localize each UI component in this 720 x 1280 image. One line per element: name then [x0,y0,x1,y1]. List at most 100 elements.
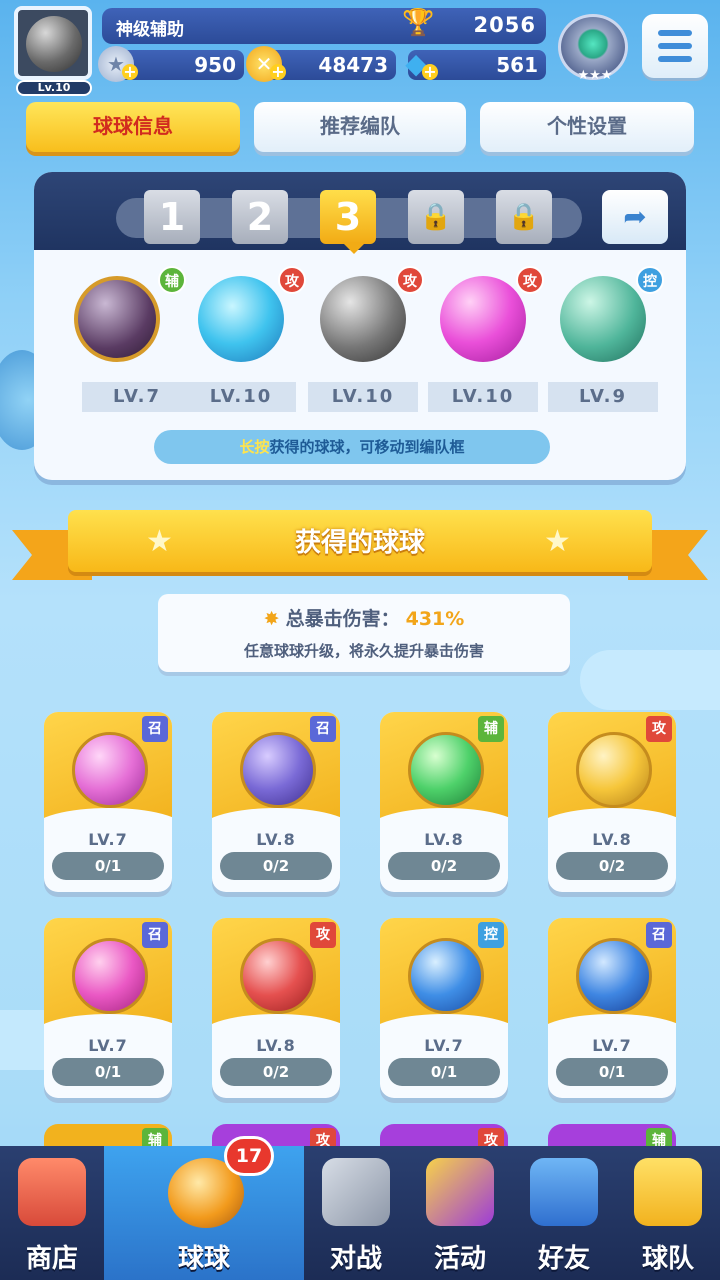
team-ball-tag: 控 [636,266,664,294]
player-info-bar: 神级辅助 🏆 2056 [102,8,546,44]
nav-friends[interactable]: 好友 [512,1146,616,1280]
bottom-nav: 商店 17 球球 对战 活动 好友 球队 [0,1136,720,1280]
ball-card[interactable]: 攻 LV.8 0/2 [548,712,676,892]
ball-level: LV.7 [424,1036,464,1055]
nav-battle[interactable]: 对战 [304,1146,408,1280]
pickaxe-ball-icon [26,16,82,72]
ball-progress: 0/2 [220,852,332,880]
tab-ball-info[interactable]: 球球信息 [26,102,240,152]
hint-highlight: 长按 [239,438,270,456]
ball-card[interactable]: 控 LV.7 0/1 [380,918,508,1098]
team-ball-level: LV.9 [548,382,658,412]
team-ball-chain[interactable] [560,276,646,362]
team-slot-locked-4[interactable]: 🔒 [408,190,464,244]
whistle-icon [634,1158,702,1226]
team-ball-tag: 辅 [158,266,186,294]
ball-tag: 召 [142,922,168,948]
player-level: Lv.10 [16,80,92,96]
menu-button[interactable] [642,14,708,78]
nav-balls[interactable]: 17 球球 [104,1136,304,1280]
add-gold-button[interactable]: + [270,64,286,80]
team-ball-shield[interactable] [440,276,526,362]
crit-icon: ✸ [263,608,280,630]
crit-label: 总暴击伤害： [285,608,400,630]
team-ball-vortex[interactable] [198,276,284,362]
ball-tag: 控 [478,922,504,948]
add-energy-button[interactable]: + [122,64,138,80]
ice-wall-ball-icon [576,938,652,1014]
add-gems-button[interactable]: + [422,64,438,80]
nav-label: 好友 [537,1244,590,1274]
share-button[interactable]: ➦ [602,190,668,244]
ball-level: LV.8 [256,1036,296,1055]
fist-ball-icon [240,938,316,1014]
ball-card[interactable]: 召 LV.7 0/1 [44,712,172,892]
ball-level: LV.7 [88,1036,128,1055]
team-ball-skull[interactable] [74,276,160,362]
ball-card[interactable]: 攻 LV.8 0/2 [212,918,340,1098]
star-icon: ★ [544,524,571,559]
ball-card[interactable]: 召 LV.8 0/2 [212,712,340,892]
ball-card[interactable]: 辅 LV.8 0/2 [380,712,508,892]
drag-hint: 长按获得的球球，可移动到编队框 [154,430,550,464]
team-slot-3[interactable]: 3 [320,190,376,244]
ribbon-banner: ★ 获得的球球 ★ [68,510,652,572]
trophy-icon: 🏆 [402,8,435,38]
nav-label: 球队 [641,1244,694,1274]
mushroom-cloud-ball-icon [72,732,148,808]
team-ball-level: LV.10 [308,382,418,412]
nav-team[interactable]: 球队 [616,1146,720,1280]
ball-tag: 召 [142,716,168,742]
rank-stars-icon: ★★★ [577,68,613,83]
party-popper-icon [426,1158,494,1226]
crit-description: 任意球球升级，将永久提升暴击伤害 [243,642,484,660]
ball-tag: 召 [646,922,672,948]
crossed-swords-icon [322,1158,390,1226]
ball-tag: 召 [310,716,336,742]
team-slot-locked-5[interactable]: 🔒 [496,190,552,244]
nav-label: 对战 [329,1244,382,1274]
team-slot-2[interactable]: 2 [232,190,288,244]
nav-shop[interactable]: 商店 [0,1146,104,1280]
ball-progress: 0/2 [388,852,500,880]
nav-label: 活动 [433,1244,486,1274]
hint-text: 获得的球球，可移动到编队框 [269,438,465,456]
team-ball-level: LV.7 [82,382,192,412]
ball-tag: 攻 [310,922,336,948]
friends-book-icon [530,1158,598,1226]
green-arrow-ball-icon [408,732,484,808]
lock-icon: 🔒 [507,202,541,232]
ghost-ball-icon [240,732,316,808]
player-name: 神级辅助 [116,20,184,40]
ball-progress: 0/1 [52,1058,164,1086]
menu-icon [658,30,692,36]
team-ball-pickaxe[interactable] [320,276,406,362]
tab-personal-settings[interactable]: 个性设置 [480,102,694,152]
nav-events[interactable]: 活动 [408,1146,512,1280]
team-slot-1[interactable]: 1 [144,190,200,244]
ball-card[interactable]: 召 LV.7 0/1 [44,918,172,1098]
lock-icon: 🔒 [419,202,453,232]
team-ball-tag: 攻 [278,266,306,294]
crit-damage-line: ✸ 总暴击伤害： 431% [158,604,570,631]
nav-label: 球球 [177,1244,230,1274]
team-ball-tag: 攻 [396,266,424,294]
tab-recommended-team[interactable]: 推荐编队 [254,102,466,152]
ball-tag: 攻 [646,716,672,742]
nav-label: 商店 [25,1244,78,1274]
active-slot-pointer [342,242,366,254]
player-avatar[interactable] [14,6,92,80]
shop-icon [18,1158,86,1226]
ball-progress: 0/2 [556,852,668,880]
menu-icon-line [658,56,692,62]
ball-level: LV.8 [256,830,296,849]
team-ball-level: LV.10 [186,382,296,412]
section-ribbon: ★ 获得的球球 ★ [12,510,708,580]
share-icon: ➦ [623,200,647,233]
rank-emblem-icon[interactable]: ★★★ [558,14,628,83]
menu-icon-line [658,43,692,49]
ball-progress: 0/1 [388,1058,500,1086]
ball-card[interactable]: 召 LV.7 0/1 [548,918,676,1098]
team-ball-tag: 攻 [516,266,544,294]
team-panel: 1 2 3 🔒 🔒 ➦ 辅 LV.7 攻 LV.10 攻 LV.10 攻 LV.… [34,172,686,480]
